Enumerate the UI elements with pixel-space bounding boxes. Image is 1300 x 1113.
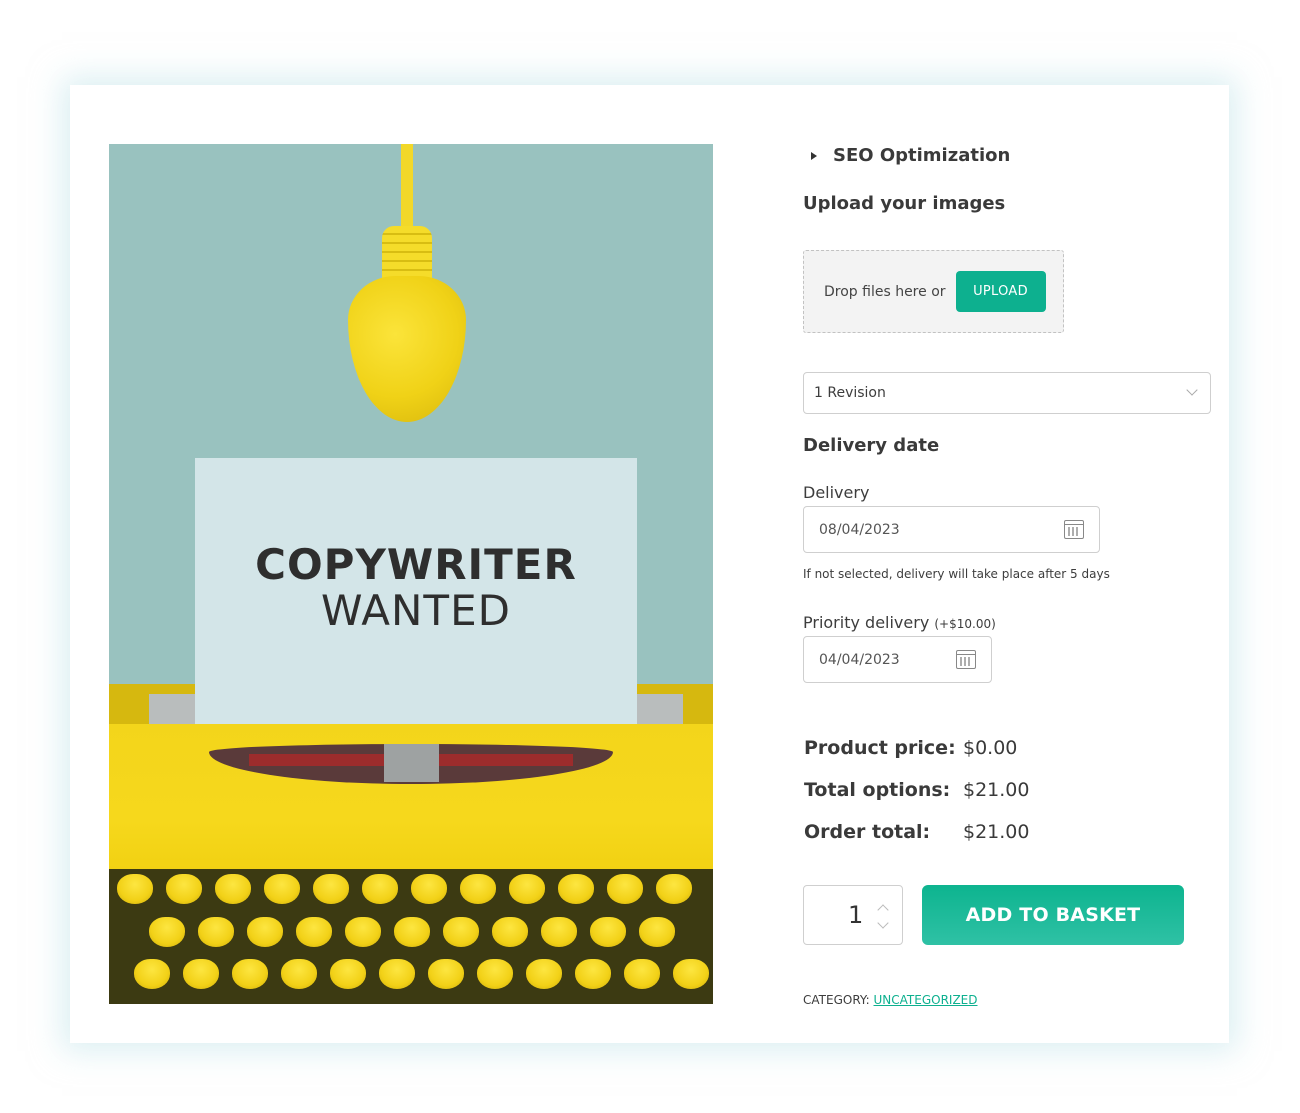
seo-optimization-toggle[interactable]: SEO Optimization — [803, 145, 1010, 166]
category-link[interactable]: UNCATEGORIZED — [874, 993, 978, 1007]
quantity-value[interactable]: 1 — [848, 901, 863, 929]
typewriter-key — [330, 959, 366, 989]
typewriter-key — [345, 917, 381, 947]
add-to-basket-button[interactable]: ADD TO BASKET — [922, 885, 1184, 945]
typewriter-key — [379, 959, 415, 989]
typewriter-key — [673, 959, 709, 989]
typewriter-key — [492, 917, 528, 947]
total-options-value: $21.00 — [963, 779, 1030, 801]
typewriter-key — [509, 874, 545, 904]
typewriter-key — [362, 874, 398, 904]
typewriter-key — [411, 874, 447, 904]
file-dropzone[interactable]: Drop files here or UPLOAD — [803, 250, 1064, 333]
revision-select-value: 1 Revision — [814, 385, 886, 401]
paper-sheet: COPYWRITER WANTED — [195, 458, 637, 768]
typewriter-key — [215, 874, 251, 904]
priority-delivery-date-value: 04/04/2023 — [819, 651, 900, 668]
typewriter-key — [264, 874, 300, 904]
product-options-panel: SEO Optimization Upload your images Drop… — [803, 85, 1223, 1043]
typewriter-slot — [209, 744, 613, 784]
typewriter-key — [247, 917, 283, 947]
priority-delivery-price: (+$10.00) — [934, 617, 996, 631]
seo-optimization-label: SEO Optimization — [833, 145, 1011, 166]
bulb-cord — [401, 144, 413, 234]
category-label: CATEGORY: — [803, 993, 870, 1007]
typewriter-key — [313, 874, 349, 904]
order-total-label: Order total: — [804, 821, 931, 843]
typewriter-keys — [109, 869, 713, 1004]
delivery-date-input[interactable]: 08/04/2023 — [803, 506, 1100, 553]
total-options-label: Total options: — [804, 779, 951, 801]
typewriter-key — [134, 959, 170, 989]
typewriter-key — [460, 874, 496, 904]
total-options-row: Total options: $21.00 — [804, 779, 1029, 801]
paper-line-1: COPYWRITER — [255, 540, 577, 589]
typewriter-key — [575, 959, 611, 989]
typewriter-hammer — [384, 744, 439, 782]
revision-select[interactable]: 1 Revision — [803, 372, 1211, 414]
typewriter-key — [149, 917, 185, 947]
order-total-row: Order total: $21.00 — [804, 821, 1029, 843]
typewriter-key — [296, 917, 332, 947]
triangle-right-icon — [811, 151, 817, 160]
product-price-row: Product price: $0.00 — [804, 737, 1017, 759]
priority-delivery-label: Priority delivery (+$10.00) — [803, 613, 996, 632]
paper-text: COPYWRITER WANTED — [195, 542, 637, 634]
typewriter-key — [541, 917, 577, 947]
chevron-down-icon — [1186, 384, 1198, 396]
typewriter-key — [394, 917, 430, 947]
typewriter-key — [117, 874, 153, 904]
typewriter-key — [590, 917, 626, 947]
typewriter-key — [166, 874, 202, 904]
typewriter-key — [428, 959, 464, 989]
typewriter-key — [639, 917, 675, 947]
typewriter-body — [109, 724, 713, 884]
priority-delivery-label-text: Priority delivery — [803, 613, 930, 632]
delivery-label: Delivery — [803, 483, 870, 502]
paper-line-2: WANTED — [321, 586, 511, 635]
product-card: COPYWRITER WANTED SEO Optimization Uploa… — [70, 85, 1229, 1043]
typewriter-key — [558, 874, 594, 904]
typewriter-key — [198, 917, 234, 947]
light-bulb — [348, 276, 466, 422]
priority-delivery-date-input[interactable]: 04/04/2023 — [803, 636, 992, 683]
quantity-stepper[interactable]: 1 — [803, 885, 903, 945]
typewriter-key — [477, 959, 513, 989]
delivery-date-value: 08/04/2023 — [819, 521, 900, 538]
typewriter-key — [183, 959, 219, 989]
upload-heading: Upload your images — [803, 193, 1006, 214]
product-category: CATEGORY: UNCATEGORIZED — [803, 993, 978, 1007]
product-price-label: Product price: — [804, 737, 956, 759]
chevron-down-icon[interactable] — [877, 917, 889, 929]
typewriter-key — [443, 917, 479, 947]
product-image[interactable]: COPYWRITER WANTED — [109, 144, 713, 1004]
typewriter-key — [232, 959, 268, 989]
calendar-icon[interactable] — [1064, 520, 1084, 539]
calendar-icon[interactable] — [956, 650, 976, 669]
delivery-date-heading: Delivery date — [803, 435, 940, 456]
typewriter-key — [526, 959, 562, 989]
chevron-up-icon[interactable] — [877, 904, 889, 916]
typewriter-key — [607, 874, 643, 904]
dropzone-text: Drop files here or — [824, 283, 946, 300]
product-price-value: $0.00 — [963, 737, 1018, 759]
delivery-help-text: If not selected, delivery will take plac… — [803, 567, 1110, 581]
upload-button[interactable]: UPLOAD — [955, 271, 1046, 312]
order-total-value: $21.00 — [963, 821, 1030, 843]
typewriter-key — [281, 959, 317, 989]
typewriter-key — [656, 874, 692, 904]
typewriter-key — [624, 959, 660, 989]
